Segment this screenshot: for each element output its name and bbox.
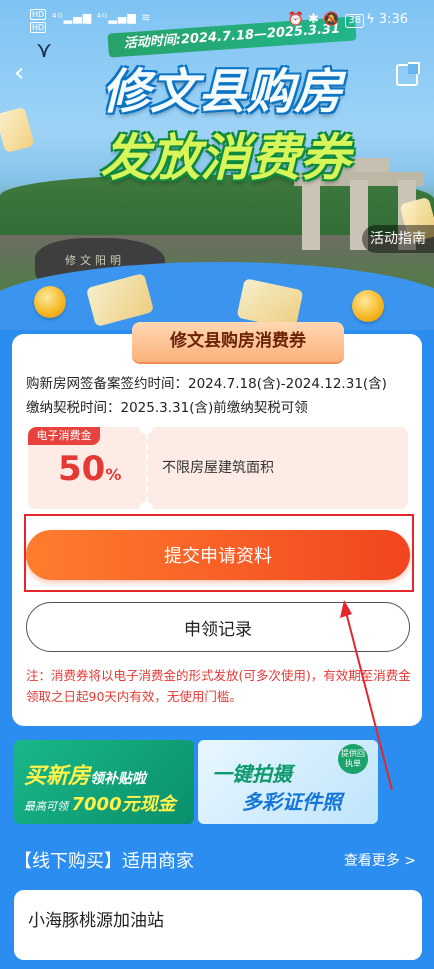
merchant-item[interactable]: 小海豚桃源加油站	[14, 890, 422, 960]
coupon-divider	[146, 433, 148, 503]
coupon-card: 修文县购房消费券 购新房网签备案签约时间：2024.7.18(含)-2024.1…	[12, 322, 422, 726]
merchants-section-title: 【线下购买】适用商家	[14, 851, 194, 872]
submit-application-button[interactable]: 提交申请资料	[26, 530, 410, 580]
notice-text: 注：消费券将以电子消费金的形式发放(可多次使用)，有效期至消费金领取之日起90天…	[26, 668, 411, 704]
hero-title-line1: 修文县购房	[101, 64, 342, 120]
coupon-ticket: 电子消费金 50% 不限房屋建筑面积	[28, 427, 408, 509]
view-more-link[interactable]: 查看更多 >	[344, 850, 416, 870]
coupon-percent: 50%	[58, 449, 122, 489]
back-icon[interactable]: ‹	[14, 60, 38, 86]
card-title: 修文县购房消费券	[132, 322, 344, 362]
subsidy-banner[interactable]: 买新房领补贴啦 最高可领 7000元现金	[14, 740, 194, 824]
status-right: ⏰ ✱ 🔕 38 ϟ 3:36	[288, 12, 408, 28]
clock: 3:36	[378, 12, 408, 27]
swallow-icon: ⋎	[36, 38, 53, 63]
signing-period: 购新房网签备案签约时间：2024.7.18(含)-2024.12.31(含)	[26, 376, 387, 392]
mute-icon: 🔕	[323, 12, 340, 27]
merchant-name: 小海豚桃源加油站	[28, 911, 164, 931]
coupon-notch	[139, 502, 153, 509]
claim-records-button[interactable]: 申领记录	[26, 602, 410, 652]
activity-guide-button[interactable]: 活动指南	[362, 225, 434, 253]
ticket-icon	[0, 106, 35, 154]
bluetooth-icon: ✱	[307, 12, 319, 27]
battery-level: 38	[345, 14, 365, 28]
coin-icon	[352, 290, 384, 322]
signal-icon: ⁴ᴳ▂▄▆ ⁴ᴳ▂▄▆ ≋	[52, 11, 152, 24]
network-badge: HD	[30, 9, 47, 20]
coin-icon	[34, 286, 66, 318]
coupon-tag: 电子消费金	[28, 427, 100, 445]
coupon-description: 不限房屋建筑面积	[162, 460, 274, 476]
subsidy-banner-sub: 最高可领 7000元现金	[24, 794, 176, 815]
status-bar: HD HD ⁴ᴳ▂▄▆ ⁴ᴳ▂▄▆ ≋ ⏰ ✱ 🔕 38 ϟ 3:36	[0, 0, 434, 40]
alarm-icon: ⏰	[287, 12, 304, 27]
coupon-notch	[139, 427, 153, 434]
receipt-stamp: 提供回执单	[338, 744, 368, 774]
hero-title-line2: 发放消费券	[100, 129, 350, 187]
share-icon[interactable]	[396, 62, 420, 86]
network-badge-2: HD	[30, 22, 47, 33]
id-photo-line2: 多彩证件照	[242, 790, 342, 814]
tax-period: 缴纳契税时间：2025.3.31(含)前缴纳契税可领	[26, 400, 308, 416]
charging-icon: ϟ	[366, 12, 375, 27]
subsidy-banner-title: 买新房领补贴啦	[24, 764, 147, 789]
id-photo-line1: 一键拍摄	[212, 762, 292, 786]
id-photo-banner[interactable]: 提供回执单 一键拍摄 多彩证件照	[198, 740, 378, 824]
